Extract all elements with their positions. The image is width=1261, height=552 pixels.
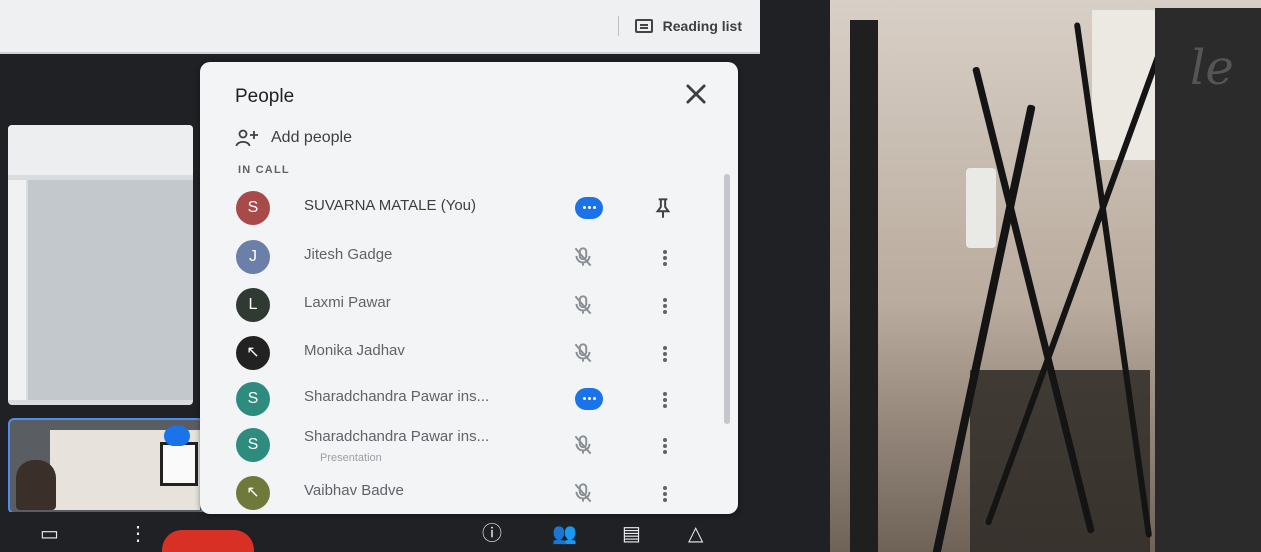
meeting-screen: Reading list ▭ ⋮ ⓘ 👥 ▤ △ 7 People xyxy=(0,0,830,552)
mic-off-icon xyxy=(574,435,592,455)
bookmark-separator xyxy=(617,16,619,36)
leave-call-button[interactable] xyxy=(162,530,254,552)
room-background-photo: le xyxy=(830,0,1261,552)
brand-lettering: le xyxy=(1190,40,1234,96)
more-options-icon[interactable] xyxy=(654,292,676,318)
add-people-button[interactable]: Add people xyxy=(235,128,352,148)
speaking-indicator xyxy=(164,426,190,446)
people-icon[interactable]: 👥 xyxy=(552,524,577,544)
more-options-icon[interactable] xyxy=(654,432,676,458)
self-video-tile[interactable] xyxy=(8,418,204,514)
participant-avatar: S xyxy=(236,382,270,416)
participant-row[interactable]: ↖ Monika Jadhav xyxy=(200,332,720,374)
close-icon[interactable] xyxy=(682,80,710,108)
participant-row[interactable]: J Jitesh Gadge xyxy=(200,236,720,278)
participant-row[interactable]: ↖ Vaibhav Badve xyxy=(200,472,720,514)
participant-avatar: J xyxy=(236,240,270,274)
wall-socket xyxy=(966,168,996,248)
reading-list-label: Reading list xyxy=(662,18,742,34)
add-person-icon xyxy=(235,129,258,147)
participant-name: Sharadchandra Pawar ins... xyxy=(304,388,490,405)
participant-name: Monika Jadhav xyxy=(304,342,405,359)
participant-avatar: ↖ xyxy=(236,336,270,370)
participant-row[interactable]: L Laxmi Pawar xyxy=(200,284,720,326)
people-panel: People Add people IN CALL S SUVARNA MATAL… xyxy=(200,62,738,514)
participant-name: Vaibhav Badve xyxy=(304,482,404,499)
add-people-label: Add people xyxy=(271,129,352,146)
participant-avatar: ↖ xyxy=(236,476,270,510)
presentation-tile[interactable] xyxy=(8,125,193,405)
mic-off-icon xyxy=(574,343,592,363)
participant-name: Jitesh Gadge xyxy=(304,246,393,263)
shared-document xyxy=(28,180,193,400)
more-options-icon[interactable] xyxy=(654,244,676,270)
participant-avatar: L xyxy=(236,288,270,322)
mic-off-icon xyxy=(574,295,592,315)
mic-off-icon xyxy=(574,247,592,267)
panel-title: People xyxy=(235,86,295,107)
reading-list-icon xyxy=(634,19,653,33)
participant-avatar: S xyxy=(236,428,270,462)
activities-icon[interactable]: △ xyxy=(688,524,703,544)
more-options-icon[interactable] xyxy=(654,480,676,506)
more-options-icon[interactable] xyxy=(654,340,676,366)
video-person xyxy=(16,460,56,510)
mic-off-icon xyxy=(574,483,592,503)
more-options-icon[interactable]: ⋮ xyxy=(128,524,148,544)
shared-window-toolbar xyxy=(8,125,193,175)
chat-icon[interactable]: ▤ xyxy=(622,524,641,544)
reading-list-button[interactable]: Reading list xyxy=(617,16,742,36)
more-options-icon[interactable] xyxy=(654,386,676,412)
panel-scrollbar[interactable] xyxy=(724,174,730,424)
participant-name: Sharadchandra Pawar ins... xyxy=(304,428,490,445)
black-stand xyxy=(850,20,878,552)
in-call-section-label: IN CALL xyxy=(238,164,290,176)
meeting-details-icon[interactable]: ⓘ xyxy=(482,524,502,544)
participant-name: Laxmi Pawar xyxy=(304,294,391,311)
participant-row[interactable]: S SUVARNA MATALE (You) xyxy=(200,187,720,229)
participant-name: SUVARNA MATALE (You) xyxy=(304,197,477,214)
meeting-control-bar: ▭ ⋮ ⓘ 👥 ▤ △ xyxy=(0,512,760,552)
participant-avatar: S xyxy=(236,191,270,225)
shared-window-sidebar xyxy=(8,180,26,400)
pin-icon[interactable] xyxy=(650,195,676,221)
speaking-indicator-icon xyxy=(575,388,603,410)
present-screen-icon[interactable]: ▭ xyxy=(40,524,59,544)
video-whiteboard xyxy=(160,442,198,486)
speaking-indicator-icon xyxy=(575,197,603,219)
browser-bookmark-bar: Reading list xyxy=(0,0,760,54)
participant-subtitle: Presentation xyxy=(320,452,382,464)
participant-row[interactable]: S Sharadchandra Pawar ins... xyxy=(200,378,720,420)
participant-row[interactable]: S Sharadchandra Pawar ins... Presentation xyxy=(200,424,720,466)
